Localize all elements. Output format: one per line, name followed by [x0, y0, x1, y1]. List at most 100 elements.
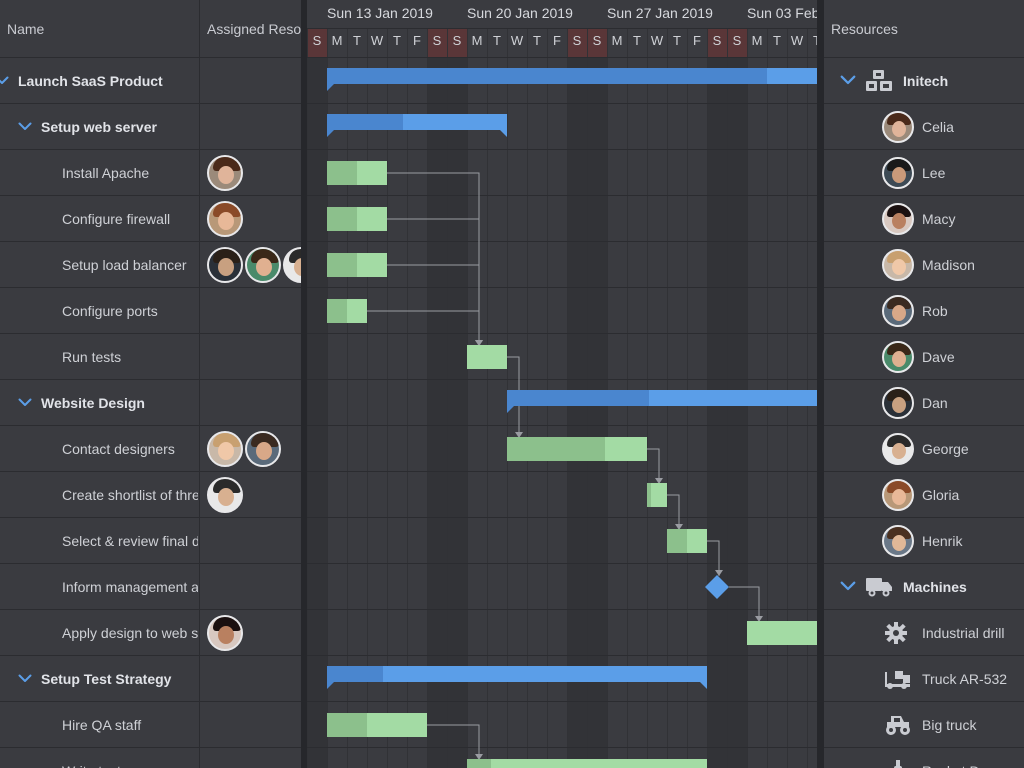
assigned-avatars: [207, 477, 245, 513]
column-divider: [199, 58, 200, 104]
madison-avatar[interactable]: [207, 431, 243, 467]
avatar-face: [892, 305, 906, 321]
weekend-column: [307, 58, 327, 768]
macy-avatar[interactable]: [207, 615, 243, 651]
rob-avatar[interactable]: [882, 295, 914, 327]
day-label: M: [471, 33, 483, 48]
task-row[interactable]: Apply design to web site: [0, 610, 301, 656]
day-label: S: [432, 33, 442, 48]
collapse-chevron-icon[interactable]: [0, 58, 10, 103]
task-row[interactable]: Contact designers: [0, 426, 301, 472]
resource-row[interactable]: Dave: [824, 334, 1024, 380]
avatar-face: [892, 443, 906, 459]
lee-avatar[interactable]: [882, 157, 914, 189]
collapse-chevron-icon[interactable]: [840, 58, 856, 103]
column-divider: [199, 472, 200, 518]
column-divider: [199, 426, 200, 472]
day-label: F: [693, 33, 701, 48]
task-name: Run tests: [62, 348, 122, 365]
resource-name: Gloria: [922, 486, 960, 503]
resource-group-row[interactable]: Initech: [824, 58, 1024, 104]
resource-name: Henrik: [922, 532, 963, 549]
task-row[interactable]: Inform management about decision: [0, 564, 301, 610]
gloria-avatar[interactable]: [207, 201, 243, 237]
drone-icon: [884, 748, 912, 768]
task-row[interactable]: Run tests: [0, 334, 301, 380]
task-row[interactable]: Hire QA staff: [0, 702, 301, 748]
resource-name: Dave: [922, 348, 955, 365]
dan-avatar[interactable]: [882, 387, 914, 419]
resource-row[interactable]: Gloria: [824, 472, 1024, 518]
resource-group-row[interactable]: Machines: [824, 564, 1024, 610]
column-divider: [199, 334, 200, 380]
task-row[interactable]: Launch SaaS Product: [0, 58, 301, 104]
column-divider: [199, 104, 200, 150]
day-label: S: [572, 33, 582, 48]
resource-name: Big truck: [922, 716, 977, 733]
dan-avatar[interactable]: [207, 247, 243, 283]
column-header-name[interactable]: Name: [0, 0, 199, 58]
collapse-chevron-icon[interactable]: [840, 564, 856, 609]
resource-row[interactable]: Madison: [824, 242, 1024, 288]
dave-avatar[interactable]: [882, 341, 914, 373]
avatar-face: [218, 166, 234, 184]
weekend-column: [727, 58, 747, 768]
column-header-resources[interactable]: Assigned Resources: [199, 0, 301, 58]
task-row[interactable]: Setup web server: [0, 104, 301, 150]
resources-header[interactable]: Resources: [824, 0, 1024, 58]
task-row[interactable]: Write test specs: [0, 748, 301, 768]
task-name: Apply design to web site: [62, 624, 198, 641]
resource-row[interactable]: Big truck: [824, 702, 1024, 748]
week-label: Sun 20 Jan 2019: [467, 5, 573, 21]
summary-progress: [507, 390, 649, 406]
resource-row[interactable]: Henrik: [824, 518, 1024, 564]
resource-row[interactable]: Macy: [824, 196, 1024, 242]
resource-row[interactable]: Celia: [824, 104, 1024, 150]
task-row[interactable]: Create shortlist of three designers: [0, 472, 301, 518]
resource-row[interactable]: Lee: [824, 150, 1024, 196]
dave-avatar[interactable]: [245, 247, 281, 283]
celia-avatar[interactable]: [207, 155, 243, 191]
task-progress: [647, 483, 651, 507]
assigned-avatars: [207, 431, 283, 467]
task-row[interactable]: Configure firewall: [0, 196, 301, 242]
resources-header-label: Resources: [831, 20, 898, 37]
george-avatar[interactable]: [882, 433, 914, 465]
summary-bar-cap-left: [507, 406, 514, 413]
madison-avatar[interactable]: [882, 249, 914, 281]
macy-avatar[interactable]: [882, 203, 914, 235]
day-label: T: [673, 33, 681, 48]
collapse-chevron-icon[interactable]: [17, 656, 33, 701]
henrik-avatar[interactable]: [882, 525, 914, 557]
george-avatar[interactable]: [283, 247, 301, 283]
task-row[interactable]: Install Apache: [0, 150, 301, 196]
column-header-resources-label: Assigned Resources: [207, 20, 301, 37]
task-progress: [327, 253, 357, 277]
resource-splitter[interactable]: [817, 0, 824, 768]
avatar-face: [256, 258, 272, 276]
task-row[interactable]: Website Design: [0, 380, 301, 426]
task-name: Configure firewall: [62, 210, 171, 227]
celia-avatar[interactable]: [882, 111, 914, 143]
day-label: T: [813, 33, 817, 48]
collapse-chevron-icon[interactable]: [17, 104, 33, 149]
task-row[interactable]: Select & review final design: [0, 518, 301, 564]
george-avatar[interactable]: [207, 477, 243, 513]
rob-avatar[interactable]: [245, 431, 281, 467]
gear-icon: [884, 610, 908, 655]
resource-row[interactable]: Rocket Drone: [824, 748, 1024, 768]
task-row[interactable]: Setup load balancer: [0, 242, 301, 288]
task-row[interactable]: Setup Test Strategy: [0, 656, 301, 702]
resource-row[interactable]: Truck AR-532: [824, 656, 1024, 702]
resource-row[interactable]: Dan: [824, 380, 1024, 426]
task-grid: Name Assigned Resources Launch SaaS Prod…: [0, 0, 301, 768]
gloria-avatar[interactable]: [882, 479, 914, 511]
task-row[interactable]: Configure ports: [0, 288, 301, 334]
resource-row[interactable]: Rob: [824, 288, 1024, 334]
collapse-chevron-icon[interactable]: [17, 380, 33, 425]
avatar-face: [218, 488, 234, 506]
resource-row[interactable]: George: [824, 426, 1024, 472]
task-name: Contact designers: [62, 440, 175, 457]
truck-icon: [865, 564, 893, 609]
resource-row[interactable]: Industrial drill: [824, 610, 1024, 656]
